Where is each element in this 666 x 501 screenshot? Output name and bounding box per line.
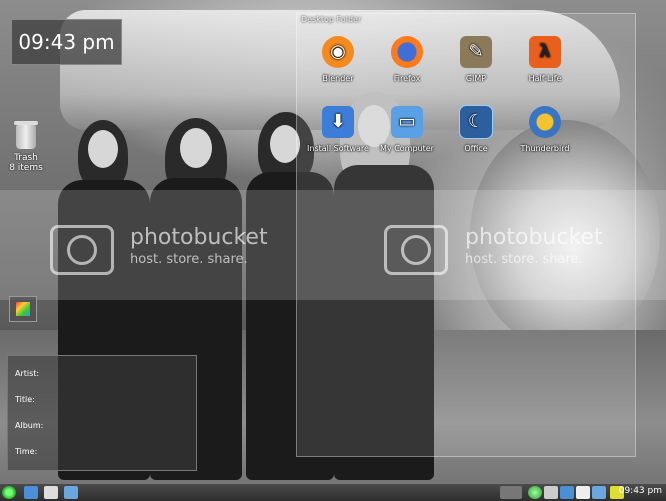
- network-icon[interactable]: [528, 486, 542, 499]
- gimp-icon: ✎: [460, 36, 492, 68]
- desktop-icon-my-computer[interactable]: ▭ My Computer: [373, 106, 441, 154]
- half-life-icon: λ: [529, 36, 561, 68]
- icon-label: Office: [464, 144, 488, 153]
- desktop-folder-view[interactable]: Desktop Folder ◉ Blender Firefox ✎ GIMP …: [296, 13, 636, 457]
- title-label: Title:: [15, 395, 35, 404]
- clock-widget[interactable]: 09:43 pm: [11, 19, 122, 65]
- app-launcher-widget[interactable]: [9, 296, 37, 322]
- wallpaper-figure-head: [88, 130, 118, 168]
- start-menu-icon[interactable]: [2, 486, 16, 499]
- install-software-icon: ⬇: [322, 106, 354, 138]
- trash-label: Trash: [14, 153, 38, 163]
- trash-count: 8 items: [9, 163, 43, 173]
- desktop-icon-gimp[interactable]: ✎ GIMP: [442, 36, 510, 84]
- pager-icon[interactable]: [500, 486, 522, 499]
- artist-label: Artist:: [15, 369, 40, 378]
- file-manager-icon[interactable]: [44, 486, 58, 499]
- icon-label: Half-Life: [528, 74, 562, 83]
- taskbar-clock[interactable]: 09:43 pm: [619, 486, 662, 496]
- desktop-icon-blender[interactable]: ◉ Blender: [304, 36, 372, 84]
- desktop-show-icon[interactable]: [24, 486, 38, 499]
- blender-icon: ◉: [322, 36, 354, 68]
- album-label: Album:: [15, 421, 44, 430]
- icon-label: GIMP: [465, 74, 487, 83]
- watermark-tagline: host. store. share.: [130, 252, 248, 267]
- download-icon[interactable]: [560, 486, 574, 499]
- clipboard-icon[interactable]: [576, 486, 590, 499]
- icon-label: Firefox: [393, 74, 421, 83]
- folder-view-title: Desktop Folder: [301, 15, 362, 24]
- wallpaper-figure-head: [180, 128, 212, 168]
- desktop-icon-firefox[interactable]: Firefox: [373, 36, 441, 84]
- desktop-icon-half-life[interactable]: λ Half-Life: [511, 36, 579, 84]
- icon-label: My Computer: [380, 144, 434, 153]
- icon-label: Thunderbird: [520, 144, 570, 153]
- clock-time: 09:43 pm: [18, 30, 115, 54]
- watermark: photobucket host. store. share.: [130, 225, 268, 267]
- computer-icon: ▭: [391, 106, 423, 138]
- time-label: Time:: [15, 447, 38, 456]
- photobucket-camera-icon: [50, 225, 114, 275]
- launcher-icon: [16, 302, 30, 316]
- now-playing-widget[interactable]: Artist: Title: Album: Time:: [7, 355, 197, 471]
- icon-label: Blender: [322, 74, 354, 83]
- watermark-brand: photobucket: [130, 225, 268, 250]
- desktop-icon-office[interactable]: ☾ Office: [442, 105, 510, 154]
- desktop-icon-install-software[interactable]: ⬇ Install Software: [304, 106, 372, 154]
- wifi-signal-icon[interactable]: [592, 486, 606, 499]
- desktop-icon-thunderbird[interactable]: Thunderbird: [511, 106, 579, 154]
- terminal-icon[interactable]: [64, 486, 78, 499]
- trash-icon: [14, 121, 38, 149]
- trash-desktop-icon[interactable]: Trash 8 items: [6, 121, 46, 173]
- taskbar: 09:43 pm: [0, 483, 666, 501]
- firefox-icon: [391, 36, 423, 68]
- office-icon: ☾: [459, 105, 493, 139]
- volume-icon[interactable]: [544, 486, 558, 499]
- icon-label: Install Software: [307, 144, 369, 153]
- thunderbird-icon: [529, 106, 561, 138]
